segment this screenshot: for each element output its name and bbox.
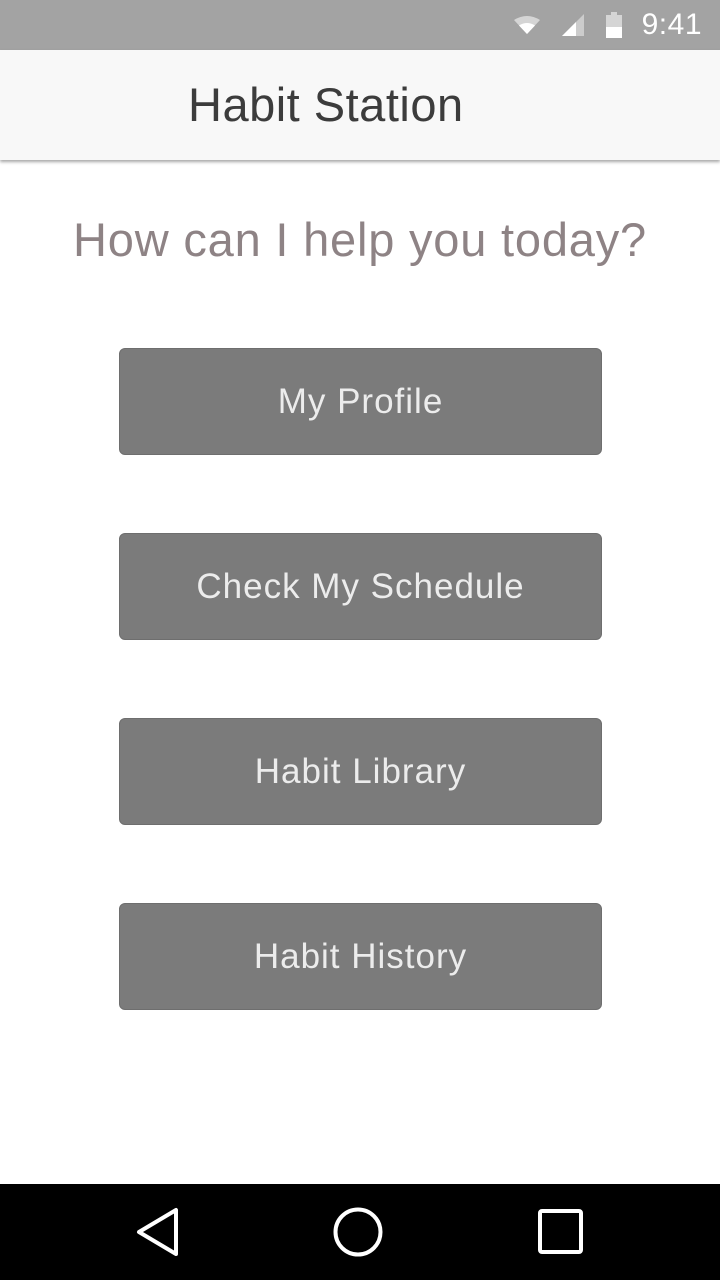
habit-history-button[interactable]: Habit History (119, 903, 602, 1010)
page-prompt: How can I help you today? (73, 213, 647, 266)
habit-library-button[interactable]: Habit Library (119, 718, 602, 825)
back-icon (137, 1208, 178, 1256)
recents-button[interactable] (513, 1184, 609, 1280)
main-content: How can I help you today? My Profile Che… (0, 160, 720, 1184)
check-my-schedule-button-label: Check My Schedule (196, 566, 525, 606)
battery-icon (605, 12, 622, 38)
app-bar: Habit Station (0, 50, 720, 160)
app-title: Habit Station (188, 78, 464, 131)
my-profile-button[interactable]: My Profile (119, 348, 602, 455)
status-time: 9:41 (641, 8, 702, 41)
home-button[interactable] (310, 1184, 406, 1280)
status-bar: 9:41 (0, 0, 720, 50)
check-my-schedule-button[interactable]: Check My Schedule (119, 533, 602, 640)
cell-signal-icon (561, 14, 584, 36)
my-profile-button-label: My Profile (277, 381, 444, 421)
wifi-icon (513, 16, 540, 34)
back-button[interactable] (110, 1184, 206, 1280)
home-icon (333, 1207, 383, 1257)
recents-icon (538, 1209, 583, 1254)
habit-history-button-label: Habit History (253, 936, 468, 976)
habit-library-button-label: Habit Library (254, 751, 467, 791)
navigation-bar (0, 1184, 720, 1280)
status-icons: 9:41 (513, 0, 702, 50)
